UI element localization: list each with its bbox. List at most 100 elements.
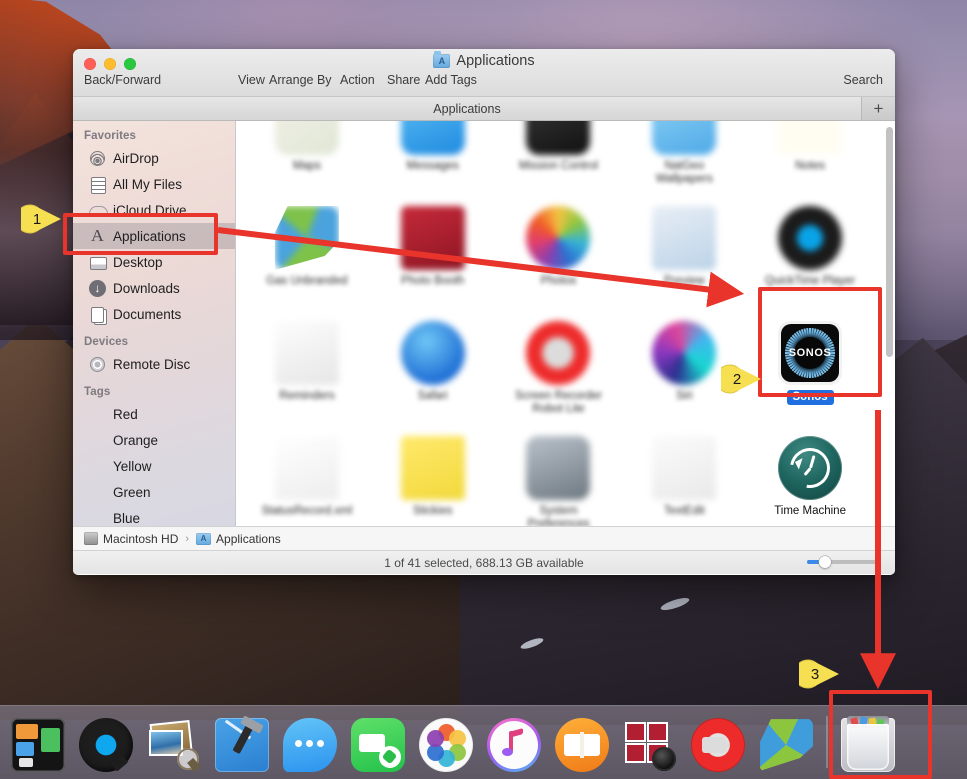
app-notes[interactable]: Notes [747,121,873,194]
dock-item-gas-unbranded[interactable] [752,708,820,776]
quicktime-icon [778,206,842,270]
xml-file-icon [275,436,339,500]
app-sonos[interactable]: SONOS Sonos [747,315,873,424]
new-tab-button[interactable]: + [861,97,895,120]
sidebar-item-applications[interactable]: Applications [73,223,235,249]
app-screen-recorder[interactable]: Screen Recorder Robot Lite [496,315,622,424]
app-photos[interactable]: Photos [496,200,622,309]
sidebar-item-label: Desktop [113,255,163,270]
dock-item-preview[interactable] [140,708,208,776]
dock-item-photos[interactable] [412,708,480,776]
dock-item-messages[interactable] [276,708,344,776]
dock-item-photo-booth[interactable] [616,708,684,776]
dock-trash[interactable] [834,708,902,776]
app-stickies[interactable]: Stickies [370,430,496,526]
icon-size-slider[interactable] [807,560,881,564]
remote-disc-icon [89,356,106,373]
sidebar-item-tag-blue[interactable]: Blue [73,505,235,526]
finder-toolbar[interactable]: Back/Forward View Arrange By Action Shar… [73,73,895,97]
sonos-icon: SONOS [778,321,842,385]
tab-applications[interactable]: Applications [73,102,895,116]
app-system-preferences[interactable]: System Preferences [496,430,622,526]
app-safari[interactable]: Safari [370,315,496,424]
sidebar-item-label: AirDrop [113,151,159,166]
app-label: Notes [795,160,825,173]
app-label: NatGeo Wallpapers [638,160,730,186]
app-preview[interactable]: Preview [621,200,747,309]
app-photo-booth[interactable]: Photo Booth [370,200,496,309]
sidebar-item-label: Blue [113,511,140,526]
stickies-icon [401,436,465,500]
icon-size-slider-knob[interactable] [819,556,831,568]
dock[interactable] [0,705,967,779]
action-button[interactable]: Action [340,73,375,87]
app-label: TextEdit [664,505,705,518]
file-grid-pane[interactable]: Maps Messages Mission Control NatGeo Wal… [236,121,895,526]
photos-icon [419,718,473,772]
back-forward-button[interactable]: Back/Forward [84,73,161,87]
dock-item-mission-control[interactable] [4,708,72,776]
sidebar-item-airdrop[interactable]: AirDrop [73,145,235,171]
path-item-macintosh-hd[interactable]: Macintosh HD [103,532,178,546]
dock-item-quicktime[interactable] [72,708,140,776]
sidebar-item-tag-red[interactable]: Red [73,401,235,427]
reminders-icon [275,321,339,385]
sidebar-item-desktop[interactable]: Desktop [73,249,235,275]
app-textedit[interactable]: TextEdit [621,430,747,526]
photos-icon [526,206,590,270]
app-label: Gas Unbranded [266,275,347,288]
finder-window[interactable]: Applications Back/Forward View Arrange B… [73,49,895,575]
app-reminders[interactable]: Reminders [244,315,370,424]
app-natgeo[interactable]: NatGeo Wallpapers [621,121,747,194]
sidebar-item-label: Applications [113,229,186,244]
dock-item-itunes[interactable] [480,708,548,776]
app-messages[interactable]: Messages [370,121,496,194]
app-time-machine[interactable]: Time Machine [747,430,873,526]
app-label: Photo Booth [401,275,464,288]
system-preferences-icon [526,436,590,500]
app-label: Stickies [413,505,453,518]
sidebar-item-remote-disc[interactable]: Remote Disc [73,351,235,377]
sidebar-item-label: All My Files [113,177,182,192]
sidebar-item-all-my-files[interactable]: All My Files [73,171,235,197]
sidebar-item-documents[interactable]: Documents [73,301,235,327]
app-maps[interactable]: Maps [244,121,370,194]
app-quicktime[interactable]: QuickTime Player [747,200,873,309]
gas-unbranded-icon [275,206,339,270]
path-item-applications[interactable]: Applications [216,532,281,546]
dock-item-screen-recorder[interactable] [684,708,752,776]
siri-icon [652,321,716,385]
notes-icon [778,121,842,155]
sidebar-item-downloads[interactable]: Downloads [73,275,235,301]
app-gas-unbranded[interactable]: Gas Unbranded [244,200,370,309]
view-button[interactable]: View [238,73,265,87]
sidebar-item-tag-orange[interactable]: Orange [73,427,235,453]
safari-icon [401,321,465,385]
dock-item-ibooks[interactable] [548,708,616,776]
screen-recorder-icon [691,718,745,772]
sidebar-item-tag-yellow[interactable]: Yellow [73,453,235,479]
finder-sidebar[interactable]: Favorites AirDrop All My Files iCloud Dr… [73,121,236,526]
window-title: Applications [73,53,895,69]
path-bar[interactable]: Macintosh HD › Applications [73,526,895,550]
preview-icon [147,718,201,772]
window-title-text: Applications [456,53,534,69]
window-titlebar[interactable]: Applications Back/Forward View Arrange B… [73,49,895,97]
dock-item-xcode[interactable] [208,708,276,776]
app-siri[interactable]: Siri [621,315,747,424]
tab-bar[interactable]: Applications + [73,97,895,121]
share-button[interactable]: Share [387,73,420,87]
add-tags-button[interactable]: Add Tags [425,73,477,87]
sidebar-item-tag-green[interactable]: Green [73,479,235,505]
arrange-by-button[interactable]: Arrange By [269,73,332,87]
vertical-scrollbar[interactable] [886,127,893,357]
app-label: Maps [293,160,321,173]
search-input[interactable]: Search [843,73,883,87]
sidebar-item-label: Red [113,407,138,422]
app-statusrecord-xml[interactable]: StatusRecord.xml [244,430,370,526]
app-label: Mission Control [519,160,598,173]
dock-item-facetime[interactable] [344,708,412,776]
sidebar-item-icloud-drive[interactable]: iCloud Drive [73,197,235,223]
app-mission-control[interactable]: Mission Control [496,121,622,194]
app-label: Reminders [279,390,335,403]
